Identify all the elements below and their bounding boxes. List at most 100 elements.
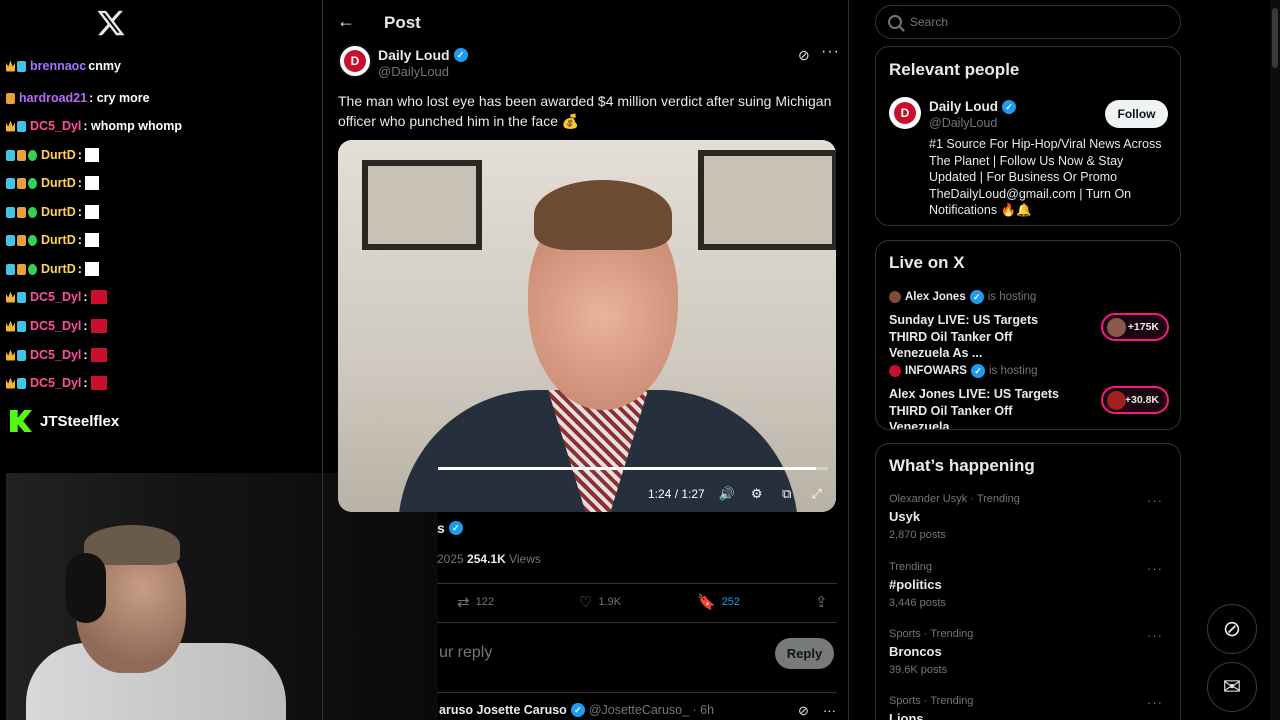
trend-name: Usyk	[889, 509, 921, 524]
trend-item[interactable]: Sports · Trending Lions ···	[889, 695, 1169, 720]
chat-badge-icon	[17, 291, 26, 303]
chat-badge-icon	[17, 177, 26, 189]
search-input[interactable]	[910, 15, 1150, 29]
like-button[interactable]: ♡ 1.9K	[579, 593, 621, 611]
author-handle[interactable]: @DailyLoud	[378, 64, 449, 79]
chat-username[interactable]: DC5_Dyl	[30, 348, 81, 362]
chat-username[interactable]: DurtD	[41, 205, 76, 219]
chat-message: DC5_Dyl: whomp whomp	[6, 116, 182, 136]
chat-emote-icon	[84, 262, 99, 276]
back-arrow-icon[interactable]: ←	[333, 8, 359, 34]
divider	[437, 583, 837, 584]
trend-category: Trending	[889, 561, 933, 573]
grok-fab-icon[interactable]: ⊘	[1207, 604, 1257, 654]
chat-username[interactable]: brennaoc	[30, 60, 86, 73]
divider	[437, 692, 837, 693]
chat-badge-icon	[28, 263, 37, 275]
relevant-handle[interactable]: @DailyLoud	[929, 116, 997, 130]
chat-emote-icon	[90, 319, 107, 333]
more-icon[interactable]: ···	[1147, 628, 1163, 643]
chat-emote-icon	[84, 205, 99, 219]
reply-input[interactable]: ur reply	[439, 644, 492, 662]
live-title: Live on X	[889, 253, 965, 272]
live-item[interactable]: INFOWARS ✓ is hosting Alex Jones LIVE: US …	[889, 364, 1169, 430]
trend-item[interactable]: Trending #politics 3,446 posts ···	[889, 561, 1169, 609]
chat-username[interactable]: DurtD	[41, 262, 76, 276]
settings-icon[interactable]: ⚙	[749, 486, 765, 502]
like-icon: ♡	[579, 594, 593, 611]
chat-username[interactable]: DC5_Dyl	[30, 319, 81, 333]
chat-badge-icon	[6, 206, 15, 218]
live-listeners-pill[interactable]: +30.8K	[1101, 386, 1169, 414]
live-on-x-card: Live on X Alex Jones ✓ is hosting Sunday L…	[875, 240, 1181, 430]
messages-icon[interactable]: ✉	[1207, 662, 1257, 712]
bookmark-button[interactable]: 🔖 252	[697, 593, 740, 611]
chat-username[interactable]: DurtD	[41, 148, 76, 162]
comment-header[interactable]: aruso Josette Caruso ✓ @JosetteCaruso_ ·…	[439, 703, 714, 717]
post-column: ← Post D Daily Loud ✓ @DailyLoud ⊘ ··· Th…	[322, 0, 849, 720]
trend-item[interactable]: Sports · Trending Broncos 39.6K posts ··…	[889, 628, 1169, 676]
chat-text: :	[83, 348, 88, 362]
chat-message: DurtD:	[6, 259, 99, 279]
video-progress-bar[interactable]	[438, 467, 828, 470]
chat-username[interactable]: DC5_Dyl	[30, 376, 81, 390]
avatar[interactable]: D	[338, 44, 372, 78]
verified-icon: ✓	[453, 48, 468, 62]
follow-button[interactable]: Follow	[1105, 100, 1168, 128]
live-listeners-pill[interactable]: +175K	[1101, 313, 1169, 341]
chat-badge-icon	[17, 263, 26, 275]
chat-message: DC5_Dyl:	[6, 316, 107, 336]
share-icon: ⇪	[815, 594, 828, 611]
post-text: The man who lost eye has been awarded $4…	[338, 93, 832, 129]
chat-badge-icon	[17, 60, 26, 72]
views-count: 254.1K	[467, 552, 506, 566]
chat-username[interactable]: DurtD	[41, 233, 76, 247]
scrollbar-thumb[interactable]	[1272, 8, 1278, 68]
author-name-text: Daily Loud	[378, 47, 450, 63]
live-item[interactable]: Alex Jones ✓ is hosting Sunday LIVE: US Ta…	[889, 290, 1169, 362]
verified-icon: ✓	[969, 290, 984, 304]
chat-username[interactable]: DC5_Dyl	[30, 290, 81, 304]
video-player[interactable]: 1:24 / 1:27 🔊 ⚙ ⧉ ⤢	[338, 140, 836, 512]
live-count: +175K	[1127, 321, 1159, 333]
chat-username[interactable]: hardroad21	[19, 91, 87, 105]
grok-icon[interactable]: ⊘	[798, 703, 809, 719]
more-icon[interactable]: ···	[821, 43, 840, 61]
more-icon[interactable]: ···	[1147, 695, 1163, 710]
trend-item[interactable]: Olexander Usyk · Trending Usyk 2,870 pos…	[889, 493, 1169, 541]
relevant-name[interactable]: Daily Loud ✓	[929, 99, 1017, 114]
pip-icon[interactable]: ⧉	[779, 486, 795, 502]
scrollbar[interactable]	[1270, 0, 1280, 720]
more-icon[interactable]: ···	[1147, 493, 1163, 508]
chat-badge-icon	[17, 320, 26, 332]
trend-category: Olexander Usyk · Trending	[889, 493, 1020, 505]
comment-handle: @JosetteCaruso_ · 6h	[588, 703, 715, 717]
chat-badge-icon	[28, 149, 37, 161]
repost-button[interactable]: ⇄ 122	[457, 593, 494, 611]
chat-badge-icon	[6, 92, 15, 104]
reply-button[interactable]: Reply	[775, 638, 834, 669]
grok-icon[interactable]: ⊘	[798, 47, 810, 64]
chat-username[interactable]: DurtD	[41, 176, 76, 190]
chat-emote-icon	[84, 176, 99, 190]
volume-icon[interactable]: 🔊	[719, 486, 735, 502]
search-box[interactable]	[875, 5, 1181, 39]
more-icon[interactable]: ···	[823, 703, 836, 719]
live-item-title: Alex Jones LIVE: US Targets THIRD Oil Ta…	[889, 387, 1059, 430]
comment-author[interactable]: aruso Josette Caruso	[439, 703, 567, 717]
video-wall-frame	[362, 160, 482, 250]
fullscreen-icon[interactable]: ⤢	[809, 486, 825, 502]
x-logo-icon[interactable]	[96, 8, 126, 38]
live-host-name: INFOWARS	[905, 365, 967, 377]
author-name[interactable]: Daily Loud ✓	[378, 47, 468, 63]
video-hair	[534, 180, 672, 250]
chat-text: :	[77, 233, 82, 247]
share-button[interactable]: ⇪	[815, 593, 828, 611]
chat-username[interactable]: DC5_Dyl	[30, 119, 81, 133]
live-host: INFOWARS ✓ is hosting	[889, 364, 1169, 378]
avatar[interactable]: D	[889, 97, 921, 129]
more-icon[interactable]: ···	[1147, 561, 1163, 576]
avatar	[1107, 391, 1126, 410]
chat-badge-icon	[6, 291, 15, 303]
live-status: is hosting	[987, 291, 1037, 303]
